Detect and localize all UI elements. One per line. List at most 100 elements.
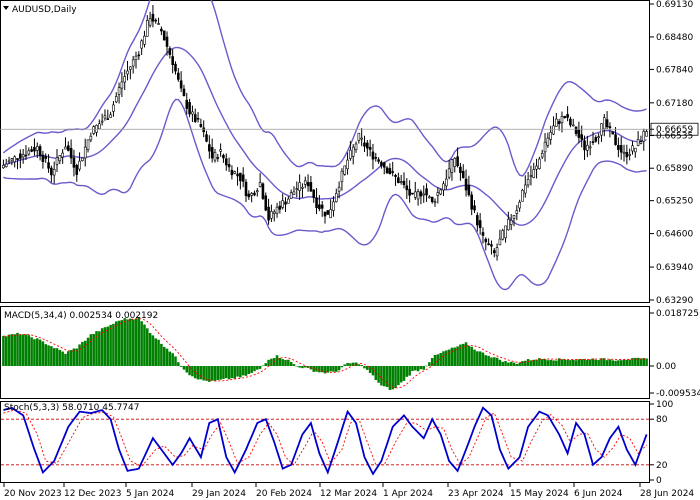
candle bbox=[470, 191, 473, 216]
candle bbox=[453, 157, 457, 173]
macd-bar bbox=[112, 323, 115, 367]
macd-bar bbox=[61, 351, 64, 367]
candle bbox=[114, 92, 118, 104]
candle bbox=[529, 165, 533, 186]
macd-bar bbox=[131, 319, 135, 367]
macd-bar bbox=[586, 360, 589, 367]
stoch-tick-label: 20 bbox=[656, 461, 668, 471]
candle bbox=[210, 138, 214, 163]
macd-bar bbox=[157, 339, 160, 367]
macd-bar bbox=[625, 359, 629, 367]
price-tick-label: 0.63290 bbox=[656, 296, 693, 306]
candle bbox=[312, 189, 316, 203]
candle bbox=[270, 204, 273, 222]
candle bbox=[639, 135, 643, 145]
candle bbox=[459, 162, 462, 181]
candle bbox=[162, 30, 166, 41]
candle bbox=[236, 167, 239, 186]
candle bbox=[546, 132, 550, 148]
candle bbox=[602, 114, 606, 137]
candle bbox=[174, 61, 177, 75]
macd-bar bbox=[250, 366, 253, 373]
candle bbox=[213, 148, 217, 163]
macd-bar bbox=[619, 360, 623, 367]
macd-bar bbox=[540, 359, 544, 367]
macd-bar bbox=[566, 360, 569, 367]
macd-bar bbox=[114, 321, 118, 367]
macd-bar bbox=[476, 351, 479, 367]
candle bbox=[498, 229, 502, 246]
macd-bar bbox=[388, 366, 392, 390]
candle bbox=[507, 211, 510, 231]
candle bbox=[92, 125, 95, 136]
candle bbox=[597, 133, 600, 145]
candle bbox=[193, 108, 197, 123]
candle bbox=[402, 172, 406, 189]
macd-bar bbox=[213, 366, 217, 381]
macd-bar bbox=[162, 346, 166, 367]
candle bbox=[340, 168, 344, 191]
candle bbox=[484, 237, 488, 251]
macd-bar bbox=[636, 357, 640, 367]
candle bbox=[343, 165, 347, 176]
candle bbox=[385, 166, 389, 174]
macd-bar bbox=[318, 366, 321, 373]
candle bbox=[295, 181, 299, 198]
price-tick-label: 0.69130 bbox=[656, 0, 693, 10]
macd-bar bbox=[109, 324, 112, 367]
candle bbox=[145, 15, 149, 37]
macd-bar bbox=[521, 361, 524, 367]
candle bbox=[399, 175, 403, 185]
candle bbox=[154, 18, 158, 24]
candle bbox=[543, 133, 547, 162]
candle bbox=[357, 132, 361, 144]
candle bbox=[216, 153, 220, 162]
candle bbox=[230, 165, 234, 180]
candle bbox=[346, 152, 349, 175]
macd-bar bbox=[106, 326, 110, 367]
macd-bar bbox=[33, 339, 36, 367]
macd-bar bbox=[571, 359, 575, 367]
macd-bar bbox=[55, 348, 59, 367]
candle bbox=[408, 180, 411, 203]
candle bbox=[388, 163, 392, 175]
macd-bar bbox=[363, 366, 366, 369]
candle bbox=[540, 149, 544, 159]
candle bbox=[106, 109, 110, 120]
time-tick-label: 20 Feb 2024 bbox=[256, 489, 312, 499]
macd-bar bbox=[323, 366, 327, 374]
macd-bar bbox=[343, 364, 347, 367]
macd-bar bbox=[256, 366, 259, 370]
macd-bar bbox=[44, 344, 47, 367]
candle bbox=[566, 106, 569, 122]
macd-bar bbox=[222, 366, 225, 379]
candle bbox=[490, 240, 493, 255]
candle bbox=[422, 185, 426, 203]
macd-bar bbox=[86, 337, 90, 367]
macd-bar bbox=[518, 362, 521, 367]
trading-chart: 0.691300.684800.678400.671800.666590.665… bbox=[0, 0, 700, 499]
candle bbox=[241, 167, 245, 188]
macd-bar bbox=[492, 357, 496, 367]
macd-bar bbox=[397, 366, 400, 386]
macd-bar bbox=[185, 366, 189, 373]
macd-bar bbox=[89, 334, 93, 367]
time-axis: 20 Nov 2023 12 Dec 2023 5 Jan 2024 29 Jan 2… bbox=[3, 483, 694, 499]
macd-bar bbox=[611, 360, 615, 367]
macd-bar bbox=[196, 366, 200, 380]
candle bbox=[377, 157, 380, 164]
candle bbox=[83, 138, 87, 167]
macd-bar bbox=[416, 366, 420, 372]
macd-bar bbox=[27, 335, 31, 367]
macd-bar bbox=[487, 355, 490, 367]
dropdown-triangle-icon[interactable] bbox=[3, 6, 9, 10]
macd-bar bbox=[535, 359, 538, 367]
macd-bar bbox=[512, 362, 516, 367]
candle bbox=[219, 143, 222, 157]
candle bbox=[549, 125, 552, 145]
candle bbox=[323, 211, 327, 224]
time-tick-label: 29 Jan 2024 bbox=[192, 489, 246, 499]
macd-bar bbox=[236, 366, 239, 377]
macd-bar bbox=[450, 347, 454, 367]
candle bbox=[38, 144, 42, 161]
